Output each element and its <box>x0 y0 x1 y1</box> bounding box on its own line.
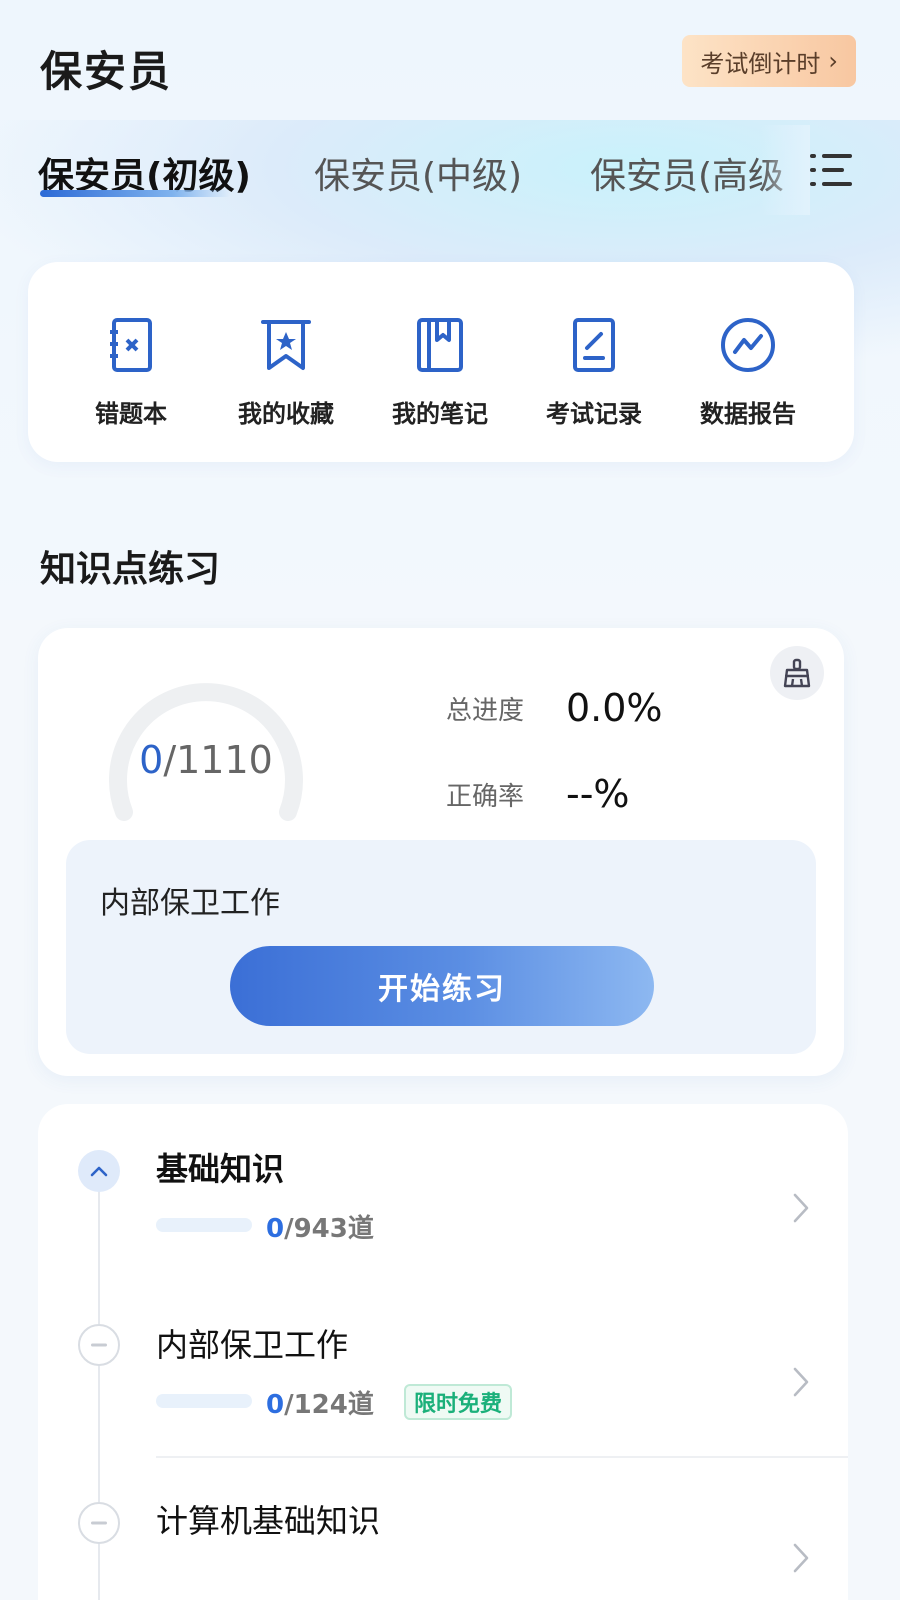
wrong-book-entry[interactable]: 错题本 <box>61 314 201 429</box>
chevron-right-icon: › <box>828 47 838 75</box>
practice-progress-card: 0/1110 总进度 0.0% 正确率 --% 内部保卫工作 开始练习 <box>38 628 844 1076</box>
quick-entry-card: 错题本 我的收藏 我的笔记 考试记录 数据报告 <box>28 262 854 462</box>
current-chapter-name: 内部保卫工作 <box>100 886 280 921</box>
chapter-node-minus[interactable] <box>78 1502 120 1544</box>
minus-icon <box>91 1521 107 1525</box>
notes-label: 我的笔记 <box>392 400 488 428</box>
header: 保安员 考试倒计时 › <box>0 0 900 120</box>
tab-intermediate[interactable]: 保安员(中级) <box>314 147 522 199</box>
minus-icon <box>91 1343 107 1347</box>
section-title: 知识点练习 <box>40 549 221 590</box>
favorites-entry[interactable]: 我的收藏 <box>216 314 356 429</box>
notebook-icon <box>417 318 463 372</box>
chapter-title-internal-security[interactable]: 内部保卫工作 <box>156 1320 348 1366</box>
data-report-label: 数据报告 <box>700 400 796 428</box>
exam-records-entry[interactable]: 考试记录 <box>524 314 664 429</box>
exam-countdown-button[interactable]: 考试倒计时 › <box>682 35 856 87</box>
done-count: 0 <box>139 738 164 782</box>
question-count: 0/1110 <box>96 738 316 782</box>
chapter-title-basic[interactable]: 基础知识 <box>156 1144 284 1190</box>
accuracy-label: 正确率 <box>446 782 525 812</box>
data-report-entry[interactable]: 数据报告 <box>678 314 818 429</box>
chapter-done: 0 <box>266 1214 285 1244</box>
divider <box>156 1456 848 1458</box>
chapter-list: 基础知识 0/943道 内部保卫工作 0/124道 限时免费 计算机基础知识 <box>38 1104 848 1600</box>
bookmark-icon <box>261 320 311 370</box>
chapter-count: 0/124道 <box>266 1384 374 1421</box>
tab-fade <box>760 125 810 215</box>
collapse-toggle[interactable] <box>78 1150 120 1192</box>
chevron-right-icon[interactable] <box>790 1190 812 1226</box>
accuracy-value: --% <box>566 772 630 816</box>
free-badge: 限时免费 <box>404 1384 513 1420</box>
chapter-total: /943道 <box>284 1214 374 1244</box>
total-count: /1110 <box>163 738 273 782</box>
chapter-count: 0/943道 <box>266 1208 374 1245</box>
exam-record-icon <box>573 318 615 372</box>
chapter-node-minus[interactable] <box>78 1324 120 1366</box>
chapter-progress-bar <box>156 1394 252 1408</box>
broom-icon <box>783 658 811 688</box>
start-practice-button[interactable]: 开始练习 <box>230 946 654 1026</box>
page-title: 保安员 <box>40 47 173 96</box>
current-chapter-box: 内部保卫工作 开始练习 <box>66 840 816 1054</box>
favorites-label: 我的收藏 <box>238 400 334 428</box>
active-tab-indicator <box>40 190 230 197</box>
menu-list-icon[interactable] <box>808 150 854 190</box>
clear-progress-button[interactable] <box>770 646 824 700</box>
tab-senior[interactable]: 保安员(高级 <box>590 147 784 199</box>
chapter-title-computer-basics[interactable]: 计算机基础知识 <box>156 1496 380 1542</box>
notes-entry[interactable]: 我的笔记 <box>370 314 510 429</box>
countdown-label: 考试倒计时 <box>700 49 821 78</box>
chevron-right-icon[interactable] <box>790 1540 812 1576</box>
total-progress-value: 0.0% <box>566 686 663 730</box>
chapter-total: /124道 <box>284 1390 374 1420</box>
data-report-icon <box>721 318 775 372</box>
total-progress-label: 总进度 <box>446 696 525 726</box>
wrong-book-label: 错题本 <box>95 400 167 428</box>
chapter-done: 0 <box>266 1390 285 1420</box>
chapter-progress-bar <box>156 1218 252 1232</box>
exam-records-label: 考试记录 <box>546 400 642 428</box>
chevron-up-icon <box>90 1166 108 1177</box>
wrong-book-icon <box>110 318 152 372</box>
chevron-right-icon[interactable] <box>790 1364 812 1400</box>
